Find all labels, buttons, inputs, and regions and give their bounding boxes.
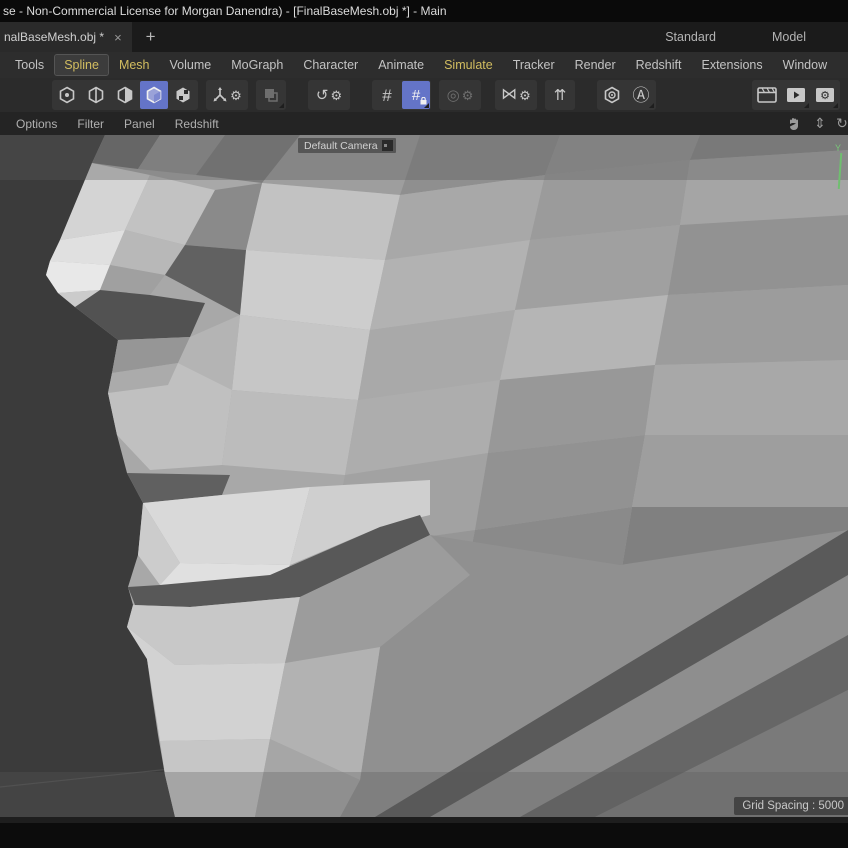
grid-spacing-badge: Grid Spacing : 5000 — [734, 797, 848, 815]
snap-group: ↺ ⚙ — [308, 80, 350, 110]
menu-item[interactable]: Help — [838, 55, 848, 75]
snap-icon: ↺ — [316, 88, 329, 103]
render-gear-icon: ⚙ — [815, 87, 835, 103]
snap-settings-button[interactable]: ↺ ⚙ — [309, 81, 349, 109]
menu-item[interactable]: Volume — [161, 55, 221, 75]
points-mode-button[interactable] — [53, 81, 81, 109]
layout-model-button[interactable]: Model — [772, 30, 806, 44]
view-solo-button[interactable] — [598, 81, 626, 109]
circle-a-icon: Ⓐ — [633, 87, 650, 104]
hexagon-fragments-icon — [174, 86, 192, 104]
menu-item[interactable]: MoGraph — [222, 55, 292, 75]
svg-text:⚙: ⚙ — [820, 90, 830, 102]
target-circles-icon: ◎ — [447, 88, 460, 103]
hexagon-model-icon — [145, 86, 163, 104]
viewport-menu-item[interactable]: Filter — [69, 115, 112, 133]
menu-item[interactable]: Character — [294, 55, 367, 75]
render-play-icon — [786, 87, 806, 103]
menu-item[interactable]: Tracker — [504, 55, 564, 75]
hexagon-edges-icon — [87, 86, 105, 104]
grid-snap-group: # # — [372, 80, 431, 110]
menu-item[interactable]: Redshift — [627, 55, 691, 75]
rotate-view-icon[interactable]: ↻ — [836, 115, 848, 132]
edges-mode-button[interactable] — [82, 81, 110, 109]
hexagon-points-icon — [58, 86, 76, 104]
layout-switchers: Standard Model — [665, 22, 848, 52]
main-toolbar: ⚙ ↺ ⚙ # # — [0, 78, 848, 112]
menu-item[interactable]: Tools — [6, 55, 53, 75]
workplane-icon — [263, 87, 279, 103]
main-menu-bar: ToolsSplineMeshVolumeMoGraphCharacterAni… — [0, 52, 848, 78]
grid-hash-lock-icon: # — [412, 88, 420, 103]
symmetry-button[interactable]: ⋈ ⚙ — [496, 81, 536, 109]
clapboard-icon — [757, 87, 777, 103]
menu-item[interactable]: Mesh — [110, 55, 159, 75]
document-tab-bar: nalBaseMesh.obj * × + Standard Model — [0, 22, 848, 52]
symmetry-group: ⋈ ⚙ — [495, 80, 537, 110]
axis-y-line — [838, 153, 843, 189]
layout-standard-button[interactable]: Standard — [665, 30, 716, 44]
axis-y-label: Y — [835, 143, 841, 153]
viewport-menu-item[interactable]: Redshift — [167, 115, 227, 133]
workplane-button[interactable] — [257, 81, 285, 109]
viewport-nav-icons: ⇕ ↻ — [784, 115, 848, 132]
gear-icon: ⚙ — [519, 89, 531, 102]
lock-icon — [420, 97, 427, 105]
menu-item[interactable]: Simulate — [435, 55, 502, 75]
normals-group: ⇈ — [545, 80, 575, 110]
render-button-group: ⚙ — [752, 80, 840, 110]
menu-item[interactable]: Window — [774, 55, 836, 75]
gear-icon: ⚙ — [230, 89, 242, 102]
menu-item[interactable]: Extensions — [692, 55, 771, 75]
title-bar: se - Non-Commercial License for Morgan D… — [0, 0, 848, 22]
viewport-menu-item[interactable]: Options — [8, 115, 65, 133]
enable-axis-button[interactable]: ⚙ — [207, 81, 247, 109]
axis-tool-icon — [212, 87, 228, 103]
camera-label-pill[interactable]: Default Camera — [298, 138, 396, 153]
hexagon-solo-icon — [603, 86, 621, 104]
texture-mode-button[interactable] — [169, 81, 197, 109]
menu-item[interactable]: Spline — [55, 55, 108, 75]
auto-mode-button[interactable]: Ⓐ — [627, 81, 655, 109]
axis-tool-group: ⚙ — [206, 80, 248, 110]
up-arrows-icon: ⇈ — [554, 88, 567, 103]
camera-label: Default Camera — [304, 140, 378, 152]
grid-hash-icon: # — [382, 87, 391, 104]
render-settings-button[interactable]: ⚙ — [811, 81, 839, 109]
menu-item[interactable]: Render — [566, 55, 625, 75]
3d-viewport[interactable]: Default Camera Y Grid Spacing : 5000 — [0, 135, 848, 817]
mode-button-group — [52, 80, 198, 110]
workplane-group — [256, 80, 286, 110]
tab-close-icon[interactable]: × — [114, 30, 122, 45]
world-axis-gizmo: Y — [832, 143, 846, 193]
window-title: se - Non-Commercial License for Morgan D… — [3, 4, 447, 18]
dolly-icon[interactable]: ⇕ — [810, 115, 830, 132]
polygons-mode-button[interactable] — [111, 81, 139, 109]
gear-icon: ⚙ — [330, 89, 342, 102]
camera-menu-icon[interactable] — [382, 140, 393, 151]
viewport-menu-item[interactable]: Panel — [116, 115, 163, 133]
hexagon-polygons-icon — [116, 86, 134, 104]
workplane-grid-button[interactable]: # — [373, 81, 401, 109]
viewport-menu-items: OptionsFilterPanelRedshift — [8, 115, 227, 133]
viewport-menu-bar: OptionsFilterPanelRedshift ⇕ ↻ — [0, 112, 848, 135]
document-tab[interactable]: nalBaseMesh.obj * × — [0, 22, 132, 52]
menu-item[interactable]: Animate — [369, 55, 433, 75]
render-view-button[interactable] — [753, 81, 781, 109]
modeling-settings-button[interactable]: ◎ ⚙ — [440, 81, 480, 109]
butterfly-symmetry-icon: ⋈ — [501, 87, 517, 103]
application-window: se - Non-Commercial License for Morgan D… — [0, 0, 848, 848]
render-picture-viewer-button[interactable] — [782, 81, 810, 109]
lowpoly-face-mesh — [0, 135, 848, 817]
pan-hand-icon[interactable] — [784, 116, 804, 132]
model-mode-button[interactable] — [140, 81, 168, 109]
document-tab-label: nalBaseMesh.obj * — [4, 30, 104, 44]
new-tab-button[interactable]: + — [132, 22, 170, 52]
quantize-button[interactable]: # — [402, 81, 430, 109]
isolate-group: Ⓐ — [597, 80, 656, 110]
status-bar — [0, 823, 848, 848]
gear-icon: ⚙ — [462, 89, 474, 102]
modeling-settings-group: ◎ ⚙ — [439, 80, 481, 110]
align-normals-button[interactable]: ⇈ — [546, 81, 574, 109]
